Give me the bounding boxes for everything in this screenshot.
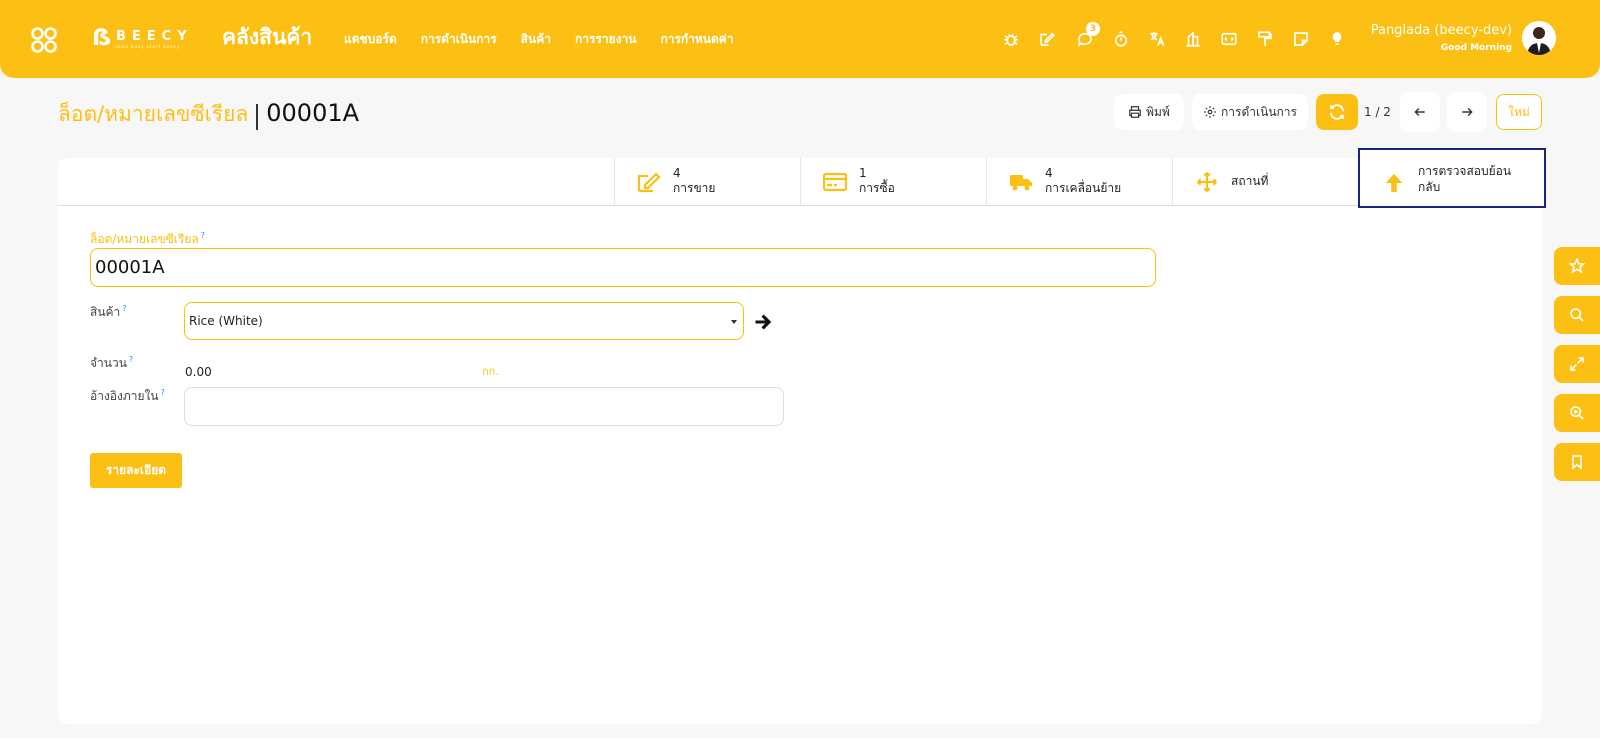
product-label: สินค้า?	[90, 301, 127, 320]
ref-label-text: อ้างอิงภายใน	[90, 389, 159, 403]
stat-sales[interactable]: 4 การขาย	[614, 158, 800, 206]
action-label: การดำเนินการ	[1221, 104, 1297, 119]
stat-traceability-label-1: การตรวจสอบย้อน	[1418, 164, 1512, 178]
qty-value: 0.00	[185, 365, 212, 379]
help-mark[interactable]: ?	[122, 304, 126, 313]
stat-moves-count: 4	[1045, 166, 1053, 180]
stat-moves-label: การเคลื่อนย้าย	[1045, 181, 1122, 195]
lot-label-text: ล็อต/หมายเลขซีเรียล	[90, 232, 199, 246]
stat-traceability-label-2: กลับ	[1418, 180, 1441, 194]
action-button[interactable]: การดำเนินการ	[1192, 94, 1308, 130]
print-label: พิมพ์	[1146, 104, 1170, 119]
star-icon	[1569, 258, 1585, 274]
top-bar: ẞ BEECY step busy start beecy คลังสินค้า…	[0, 0, 1600, 78]
search-button[interactable]	[1554, 296, 1600, 334]
stat-purchases-label: การซื้อ	[859, 181, 895, 195]
favorite-button[interactable]	[1554, 247, 1600, 285]
user-greeting: Good Morning	[1440, 43, 1512, 53]
edit-icon	[637, 172, 661, 193]
breadcrumb-parent[interactable]: ล็อต/หมายเลขซีเรียล	[58, 102, 248, 126]
edit-icon[interactable]	[1034, 26, 1060, 52]
next-button[interactable]	[1447, 92, 1487, 132]
apps-grid-icon[interactable]	[30, 26, 58, 54]
pager: 1 / 2	[1364, 105, 1391, 119]
stat-sales-label: การขาย	[673, 181, 716, 195]
nav-products[interactable]: สินค้า	[521, 29, 551, 49]
main-nav: แดชบอร์ด การดำเนินการ สินค้า การรายงาน ก…	[344, 29, 758, 49]
bookmark-icon	[1572, 455, 1582, 470]
credit-card-icon	[823, 172, 847, 192]
app-title: คลังสินค้า	[222, 25, 313, 49]
note-icon[interactable]	[1288, 26, 1314, 52]
stat-purchases[interactable]: 1 การซื้อ	[800, 158, 986, 206]
details-button[interactable]: รายละเอียด	[90, 453, 182, 488]
code-icon[interactable]	[1216, 26, 1242, 52]
stat-sales-count: 4	[673, 166, 681, 180]
help-mark[interactable]: ?	[161, 388, 165, 397]
ref-label: อ้างอิงภายใน?	[90, 385, 165, 404]
previous-button[interactable]	[1400, 92, 1440, 132]
stat-locations[interactable]: สถานที่	[1172, 158, 1358, 206]
expand-icon	[1570, 357, 1584, 371]
truck-icon	[1010, 175, 1032, 191]
zoom-button[interactable]	[1554, 394, 1600, 432]
print-button[interactable]: พิมพ์	[1114, 94, 1184, 130]
arrow-left-icon	[1414, 108, 1425, 116]
stat-traceability[interactable]: การตรวจสอบย้อน กลับ	[1358, 148, 1546, 208]
bug-icon[interactable]	[998, 26, 1024, 52]
page-title: 00001A	[266, 99, 360, 127]
nav-configuration[interactable]: การกำหนดค่า	[660, 29, 733, 49]
beecy-logo[interactable]: ẞ BEECY step busy start beecy	[92, 28, 192, 52]
qty-label-text: จำนวน	[90, 356, 127, 370]
search-icon	[1570, 308, 1584, 322]
new-button[interactable]: ใหม่	[1496, 94, 1542, 130]
gear-icon	[1204, 106, 1216, 118]
refresh-button[interactable]	[1316, 94, 1358, 130]
product-label-text: สินค้า	[90, 305, 121, 319]
nav-dashboard[interactable]: แดชบอร์ด	[344, 29, 397, 49]
chat-badge: 3	[1086, 22, 1100, 36]
user-name[interactable]: Panglada (beecy-dev)	[1371, 22, 1512, 40]
nav-reporting[interactable]: การรายงาน	[575, 29, 636, 49]
help-mark[interactable]: ?	[129, 355, 133, 364]
lot-label: ล็อต/หมายเลขซีเรียล?	[90, 228, 205, 247]
building-icon[interactable]	[1180, 26, 1206, 52]
arrow-right-icon[interactable]	[754, 313, 772, 331]
internal-ref-input[interactable]	[184, 387, 784, 426]
lot-name-input[interactable]: 00001A	[90, 248, 1156, 287]
form-card: 4 การขาย 1 การซื้อ 4 การเคลื่อนย้าย สถาน…	[58, 148, 1546, 724]
move-icon	[1197, 172, 1217, 192]
breadcrumb: ล็อต/หมายเลขซีเรียล 00001A	[58, 96, 359, 130]
help-mark[interactable]: ?	[201, 231, 205, 240]
lightbulb-icon[interactable]	[1324, 26, 1350, 52]
stat-purchases-count: 1	[859, 166, 867, 180]
translate-icon[interactable]	[1144, 26, 1170, 52]
bookmark-button[interactable]	[1554, 443, 1600, 481]
caret-down-icon	[731, 320, 737, 324]
stat-moves[interactable]: 4 การเคลื่อนย้าย	[986, 158, 1172, 206]
breadcrumb-separator	[256, 103, 259, 130]
avatar[interactable]	[1522, 21, 1556, 55]
timer-icon[interactable]	[1108, 26, 1134, 52]
smart-buttons: 4 การขาย 1 การซื้อ 4 การเคลื่อนย้าย สถาน…	[58, 148, 1546, 208]
expand-button[interactable]	[1554, 345, 1600, 383]
printer-icon	[1129, 106, 1141, 118]
chat-icon[interactable]: 3	[1072, 22, 1100, 52]
product-select-value: Rice (White)	[189, 314, 263, 328]
arrow-right-icon	[1462, 108, 1473, 116]
arrow-up-icon	[1385, 173, 1403, 193]
qty-unit: กก.	[482, 365, 499, 378]
nav-operations[interactable]: การดำเนินการ	[421, 29, 497, 49]
qty-label: จำนวน?	[90, 352, 133, 371]
zoom-in-icon	[1570, 406, 1584, 420]
refresh-icon	[1330, 104, 1344, 120]
paint-roller-icon[interactable]	[1252, 26, 1278, 52]
stat-locations-label: สถานที่	[1231, 174, 1269, 188]
product-select[interactable]: Rice (White)	[184, 302, 744, 340]
